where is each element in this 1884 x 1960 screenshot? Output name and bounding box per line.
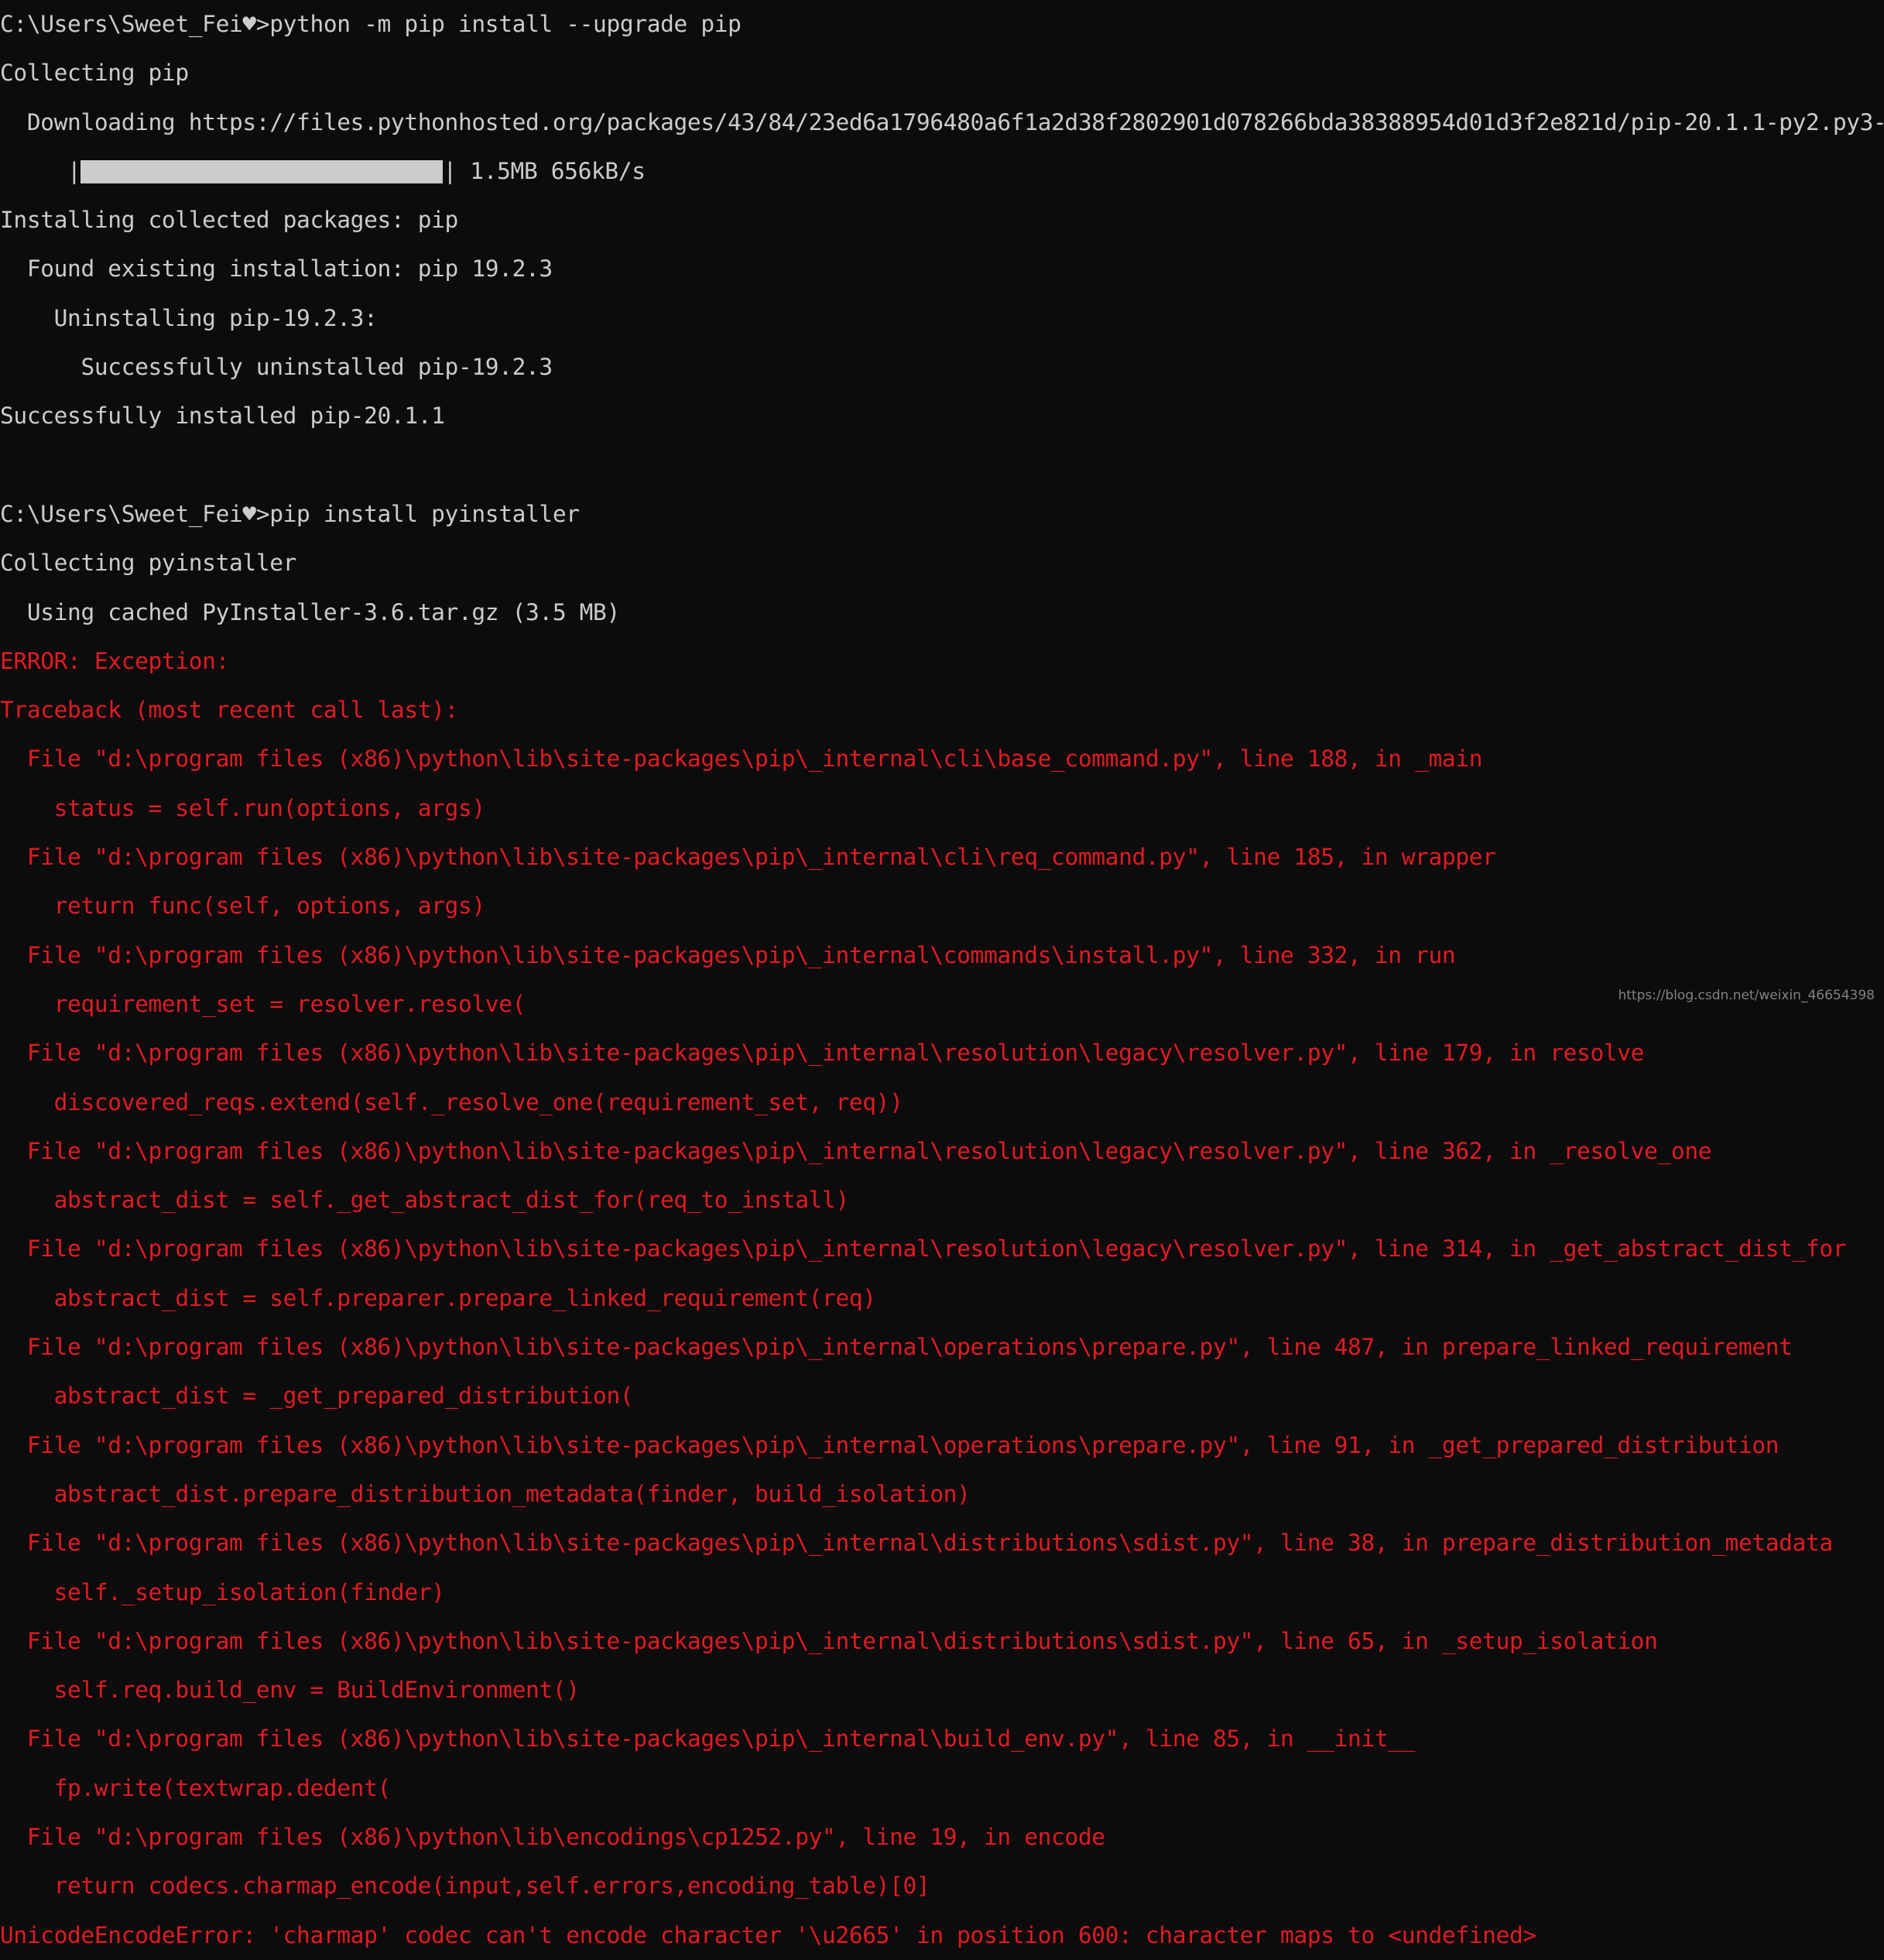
traceback-frame-file: File "d:\program files (x86)\python\lib\… — [0, 1725, 1416, 1753]
traceback-frame-file: File "d:\program files (x86)\python\lib\… — [0, 941, 1456, 968]
traceback-frame-file: File "d:\program files (x86)\python\lib\… — [0, 1431, 1780, 1458]
console-line-status: Collecting pip — [0, 60, 189, 87]
console-line-uninstalling: Uninstalling pip-19.2.3: — [0, 304, 378, 331]
progress-bar-left-pipe: | — [0, 157, 81, 184]
traceback-frame-code: discovered_reqs.extend(self._resolve_one… — [0, 1088, 903, 1115]
terminal-window[interactable]: C:\Users\Sweet_Fei♥>python -m pip instal… — [0, 0, 1884, 1948]
traceback-frame-code: abstract_dist = _get_prepared_distributi… — [0, 1383, 634, 1410]
traceback-frame-code: requirement_set = resolver.resolve( — [0, 990, 526, 1017]
traceback-frame-file: File "d:\program files (x86)\python\lib\… — [0, 1137, 1712, 1164]
console-line-installed-ok: Successfully installed pip-20.1.1 — [0, 403, 445, 430]
traceback-frame-file: File "d:\program files (x86)\python\lib\… — [0, 1823, 1105, 1850]
download-progress-bar: | | 1.5MB 656kB/s — [0, 147, 1884, 196]
watermark-url: https://blog.csdn.net/weixin_46654398 — [1618, 988, 1875, 1003]
traceback-frame-code: abstract_dist.prepare_distribution_metad… — [0, 1480, 971, 1507]
console-line-command-pyinstaller: C:\Users\Sweet_Fei♥>pip install pyinstal… — [0, 500, 580, 527]
console-line-error-exception: ERROR: Exception: — [0, 647, 229, 674]
console-line-collecting-pyinstaller: Collecting pyinstaller — [0, 550, 297, 577]
traceback-frame-file: File "d:\program files (x86)\python\lib\… — [0, 1040, 1645, 1067]
console-output[interactable]: C:\Users\Sweet_Fei♥>python -m pip instal… — [0, 0, 1884, 1960]
traceback-frame-code: self._setup_isolation(finder) — [0, 1578, 445, 1605]
traceback-frame-file: File "d:\program files (x86)\python\lib\… — [0, 1235, 1847, 1263]
console-line-using-cached: Using cached PyInstaller-3.6.tar.gz (3.5… — [0, 598, 620, 625]
console-line-command: C:\Users\Sweet_Fei♥>python -m pip instal… — [0, 11, 742, 37]
progress-bar-fill — [80, 159, 444, 183]
console-line-uninstalled-ok: Successfully uninstalled pip-19.2.3 — [0, 354, 553, 381]
console-line-traceback-header: Traceback (most recent call last): — [0, 697, 458, 724]
console-line-found-existing: Found existing installation: pip 19.2.3 — [0, 255, 553, 283]
progress-bar-right-pipe: | — [443, 157, 457, 184]
traceback-frame-file: File "d:\program files (x86)\python\lib\… — [0, 1627, 1658, 1654]
console-line-installing: Installing collected packages: pip — [0, 207, 458, 234]
traceback-frame-code: self.req.build_env = BuildEnvironment() — [0, 1677, 580, 1704]
progress-bar-rate-label: 1.5MB 656kB/s — [456, 157, 646, 184]
console-line-download-url: Downloading https://files.pythonhosted.o… — [26, 108, 1884, 135]
traceback-frame-file: File "d:\program files (x86)\python\lib\… — [0, 1334, 1793, 1361]
traceback-frame-file: File "d:\program files (x86)\python\lib\… — [0, 745, 1483, 773]
traceback-frame-code: abstract_dist = self._get_abstract_dist_… — [0, 1187, 850, 1214]
traceback-frame-code: status = self.run(options, args) — [0, 794, 485, 821]
traceback-frame-file: File "d:\program files (x86)\python\lib\… — [0, 844, 1496, 871]
traceback-frame-code: return func(self, options, args) — [0, 893, 485, 920]
traceback-frame-code: abstract_dist = self.preparer.prepare_li… — [0, 1284, 876, 1311]
console-line-final-error: UnicodeEncodeError: 'charmap' codec can'… — [0, 1921, 1536, 1948]
console-line-blank — [0, 441, 1884, 490]
traceback-frame-code: return codecs.charmap_encode(input,self.… — [0, 1873, 930, 1900]
traceback-frame-file: File "d:\program files (x86)\python\lib\… — [0, 1530, 1833, 1557]
traceback-frame-code: fp.write(textwrap.dedent( — [0, 1774, 392, 1801]
